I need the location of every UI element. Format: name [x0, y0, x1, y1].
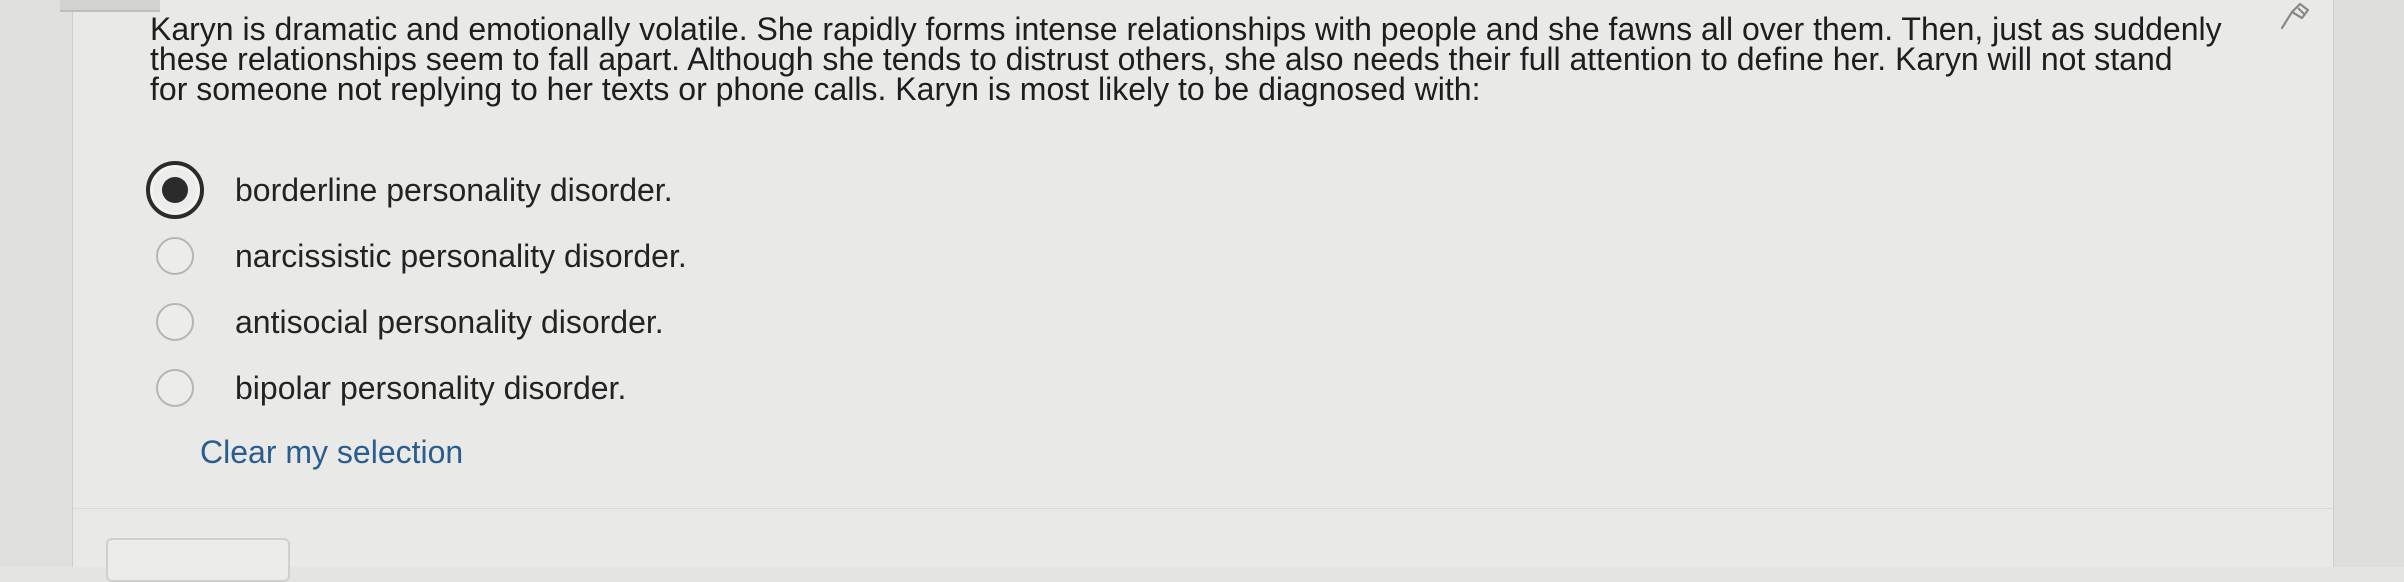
answer-option-narcissistic[interactable]: narcissistic personality disorder. [140, 223, 1340, 289]
top-tab[interactable] [60, 0, 160, 12]
left-gutter [0, 0, 73, 567]
answer-option-borderline[interactable]: borderline personality disorder. [140, 157, 1340, 223]
radio-button[interactable] [156, 369, 194, 407]
question-line: these relationships seem to fall apart. … [150, 41, 2173, 77]
question-line: for someone not replying to her texts or… [150, 71, 1481, 107]
answer-option-label[interactable]: borderline personality disorder. [235, 172, 673, 209]
radio-wrap [140, 355, 220, 421]
answer-option-label[interactable]: narcissistic personality disorder. [235, 238, 687, 275]
question-text: Karyn is dramatic and emotionally volati… [150, 11, 2300, 107]
flag-icon[interactable] [2278, 0, 2312, 30]
divider [73, 508, 2333, 509]
bottom-button[interactable] [106, 538, 290, 582]
answer-option-bipolar[interactable]: bipolar personality disorder. [140, 355, 1340, 421]
radio-button[interactable] [156, 237, 194, 275]
radio-wrap [140, 157, 220, 223]
answer-option-label[interactable]: bipolar personality disorder. [235, 370, 626, 407]
clear-selection-link[interactable]: Clear my selection [200, 434, 463, 471]
radio-wrap [140, 223, 220, 289]
answer-option-antisocial[interactable]: antisocial personality disorder. [140, 289, 1340, 355]
answer-options: borderline personality disorder. narciss… [140, 157, 1340, 421]
radio-wrap [140, 289, 220, 355]
radio-button[interactable] [156, 303, 194, 341]
question-line: Karyn is dramatic and emotionally volati… [150, 11, 2222, 47]
answer-option-label[interactable]: antisocial personality disorder. [235, 304, 664, 341]
radio-button-selected[interactable] [146, 161, 204, 219]
right-gutter [2333, 0, 2404, 567]
